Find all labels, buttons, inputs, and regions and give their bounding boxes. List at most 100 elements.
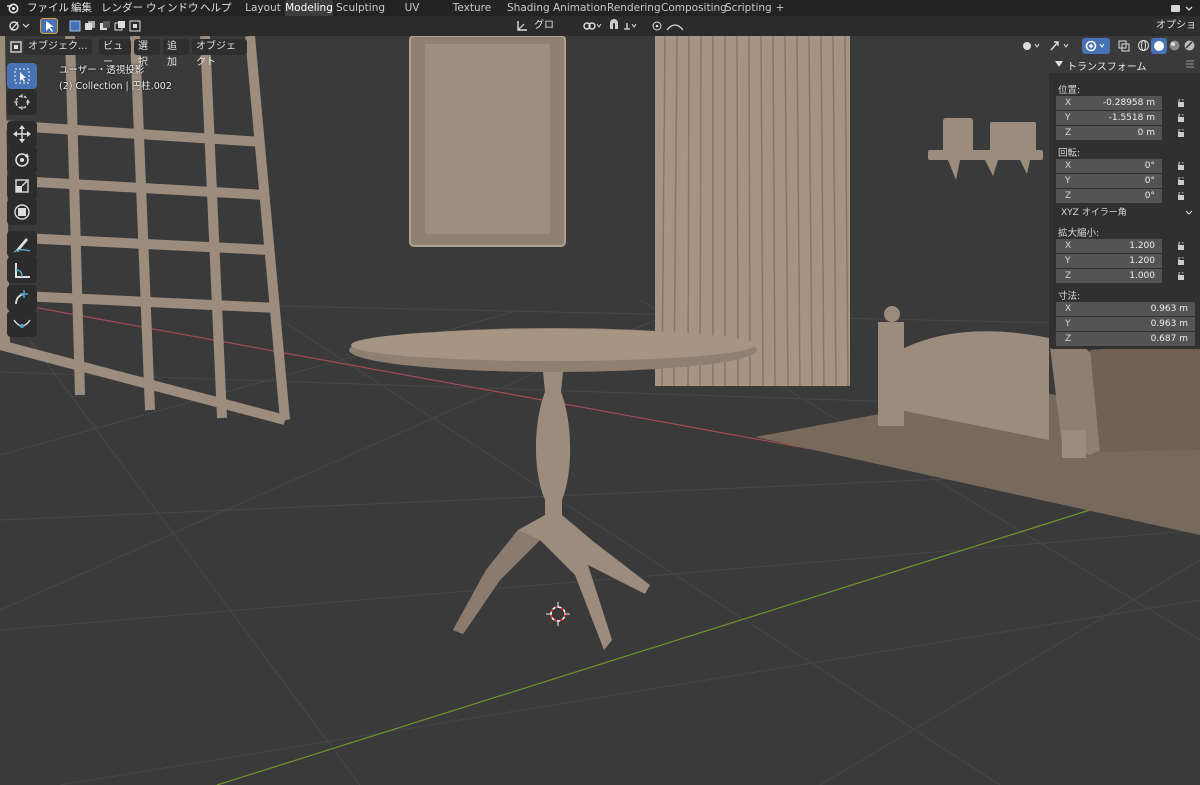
pointer-icon <box>46 21 54 32</box>
scale-y-field[interactable]: Y 1.200 <box>1056 254 1162 268</box>
rotation-mode-dropdown[interactable]: XYZ オイラー角 <box>1056 206 1195 220</box>
selection-mode-extend-icon[interactable] <box>84 20 96 32</box>
panel-drag-handle-icon[interactable] <box>1185 60 1195 69</box>
lock-icon[interactable] <box>1177 129 1187 137</box>
select-menu[interactable]: 選択 <box>134 39 160 68</box>
selection-mode-invert-icon[interactable] <box>114 20 126 32</box>
overlays-button[interactable] <box>1082 38 1110 54</box>
menu-help[interactable]: ヘルプ <box>200 0 232 16</box>
cursor-icon <box>14 94 30 110</box>
transform-orientation-dropdown[interactable]: グロー... <box>530 18 574 47</box>
lock-icon[interactable] <box>1177 257 1187 265</box>
solid-shading-button[interactable] <box>1151 38 1167 54</box>
tab-sculpting[interactable]: Sculpting <box>336 0 385 16</box>
menu-render[interactable]: レンダー <box>101 0 143 16</box>
3d-viewport[interactable]: オブジェク... ビュー 選択 追加 オブジェクト ユーザー・透視投影 (2) … <box>0 36 1200 785</box>
add-workspace-button[interactable]: + <box>773 0 787 16</box>
add-menu[interactable]: 追加 <box>163 39 189 68</box>
add-cube-icon <box>15 290 28 305</box>
lock-icon[interactable] <box>1177 114 1187 122</box>
tab-layout[interactable]: Layout <box>244 0 282 16</box>
tab-texture-paint[interactable]: Texture Paint <box>441 0 503 30</box>
editor-type-icon[interactable] <box>8 19 32 33</box>
blender-logo-icon[interactable] <box>6 2 19 14</box>
tab-shading[interactable]: Shading <box>507 0 550 16</box>
menu-window[interactable]: ウィンドウ <box>146 0 199 16</box>
lock-icon[interactable] <box>1177 192 1187 200</box>
menu-edit[interactable]: 編集 <box>71 0 92 16</box>
measure-icon <box>15 263 30 278</box>
dimensions-x-field[interactable]: X 0.963 m <box>1056 302 1195 316</box>
move-tool[interactable] <box>7 121 37 147</box>
rendered-shading-icon[interactable] <box>1183 39 1196 52</box>
tab-animation[interactable]: Animation <box>553 0 607 16</box>
location-label: 位置: <box>1058 85 1081 96</box>
mirror-model[interactable] <box>409 36 566 247</box>
location-x-field[interactable]: X -0.28958 m <box>1056 96 1162 110</box>
xray-icon[interactable] <box>1118 40 1130 52</box>
dimensions-label: 寸法: <box>1058 291 1081 302</box>
collapse-arrow-icon <box>1055 61 1063 67</box>
move-icon <box>13 125 31 143</box>
annotate-tool[interactable] <box>7 231 37 257</box>
lock-icon[interactable] <box>1177 242 1187 250</box>
material-shading-icon[interactable] <box>1168 39 1181 52</box>
rotate-icon <box>15 153 29 167</box>
transform-panel-title: トランスフォーム <box>1067 62 1147 73</box>
wireframe-shading-icon[interactable] <box>1137 39 1150 52</box>
scale-x-field[interactable]: X 1.200 <box>1056 239 1162 253</box>
pivot-point-icon[interactable] <box>581 19 603 33</box>
proportional-edit-icon[interactable] <box>651 20 663 32</box>
add-cube-tool[interactable] <box>7 285 37 311</box>
transform-tool[interactable] <box>7 199 37 225</box>
lock-icon[interactable] <box>1177 162 1187 170</box>
scene-icon[interactable] <box>1170 2 1194 14</box>
lock-icon[interactable] <box>1177 99 1187 107</box>
scale-z-field[interactable]: Z 1.000 <box>1056 269 1162 283</box>
viewport-perspective-label: ユーザー・透視投影 <box>59 65 145 76</box>
menu-file[interactable]: ファイル <box>27 0 69 16</box>
object-menu[interactable]: オブジェクト <box>192 39 247 68</box>
selection-mode-intersect-icon[interactable] <box>129 20 141 32</box>
location-z-field[interactable]: Z0 m <box>1056 126 1162 140</box>
location-y-field[interactable]: Y -1.5518 m <box>1056 111 1162 125</box>
lock-icon[interactable] <box>1177 272 1187 280</box>
tab-scripting[interactable]: Scripting <box>725 0 772 16</box>
lock-icon[interactable] <box>1177 177 1187 185</box>
tab-uv-editing[interactable]: UV Editing <box>387 0 437 30</box>
tab-rendering[interactable]: Rendering <box>607 0 661 16</box>
dimensions-y-field[interactable]: Y 0.963 m <box>1056 317 1195 331</box>
snap-icon[interactable] <box>607 19 621 33</box>
solid-shading-icon <box>1154 41 1164 51</box>
visibility-icon[interactable] <box>1021 39 1045 53</box>
viewport-collection-label: (2) Collection | 円柱.002 <box>59 81 172 92</box>
transform-orientation-icon <box>517 21 527 31</box>
tab-compositing[interactable]: Compositing <box>661 0 727 16</box>
rotation-label: 回転: <box>1058 148 1081 159</box>
snap-target-icon[interactable] <box>622 19 646 33</box>
dropdown-arrow-icon <box>1185 210 1193 215</box>
object-mode-dropdown[interactable]: オブジェク... <box>24 39 92 55</box>
gizmo-icon[interactable] <box>1048 39 1074 53</box>
transform-panel-header[interactable]: トランスフォーム <box>1049 56 1200 73</box>
curve-draw-tool[interactable] <box>7 311 37 337</box>
rotate-tool[interactable] <box>7 147 37 173</box>
tab-modeling[interactable]: Modeling <box>285 0 333 16</box>
dimensions-z-field[interactable]: Z 0.687 m <box>1056 332 1195 346</box>
overlays-icon <box>1085 40 1105 52</box>
rotation-z-field[interactable]: Z 0° <box>1056 189 1162 203</box>
options-button[interactable]: オプション <box>1152 18 1200 47</box>
selection-mode-subtract-icon[interactable] <box>99 20 111 32</box>
select-box-tool[interactable] <box>7 63 37 89</box>
rotation-y-field[interactable]: Y 0° <box>1056 174 1162 188</box>
scale-tool[interactable] <box>7 173 37 199</box>
tool-settings-bar: グロー... オプション <box>0 16 1200 47</box>
rotation-x-field[interactable]: X 0° <box>1056 159 1162 173</box>
proportional-falloff-icon[interactable] <box>665 19 689 33</box>
measure-tool[interactable] <box>7 257 37 283</box>
view-menu[interactable]: ビュー <box>99 39 131 68</box>
selection-mode-new-icon[interactable] <box>69 20 81 32</box>
cursor-tool[interactable] <box>7 89 37 115</box>
annotate-icon <box>13 238 31 253</box>
select-tool-button[interactable] <box>40 18 58 34</box>
